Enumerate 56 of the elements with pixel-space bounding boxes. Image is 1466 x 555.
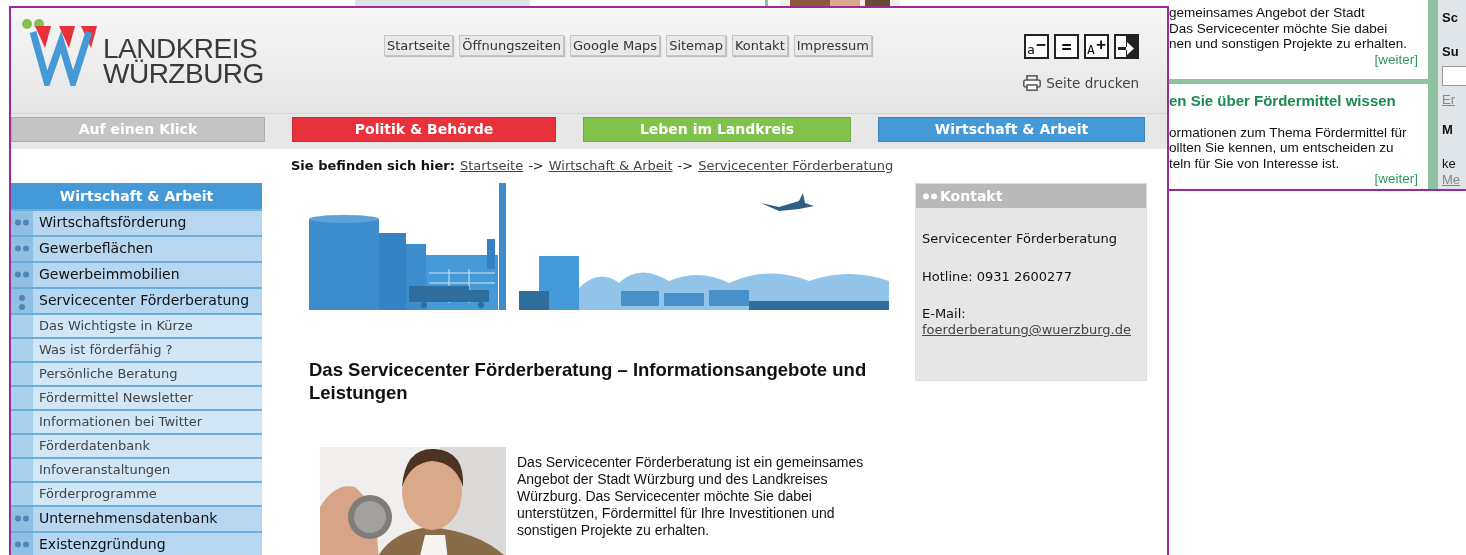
text: ke	[1442, 156, 1457, 172]
sidebar-subitem[interactable]: Das Wichtigste in Kürze	[11, 315, 262, 337]
logo-text[interactable]: WÜRZBURG	[103, 61, 264, 86]
sidebar-subitem[interactable]: Fördermittel Newsletter	[11, 387, 262, 409]
printer-icon[interactable]	[1023, 75, 1042, 92]
intro-paragraph: Das Servicecenter Förderberatung ist ein gemeinsames Angebot der Stadt Würzburg und des Landkreises Würzburg. Das Servicecenter möchte Sie dabei unterstützen, Fördermittel für Ihre Investitionen und sonstigen Projekte zu erhalten.	[517, 454, 865, 540]
category-tab[interactable]: Politik & Behörde	[292, 117, 556, 142]
text-line: nen und sonstigen Projekte zu erhalten.	[1169, 36, 1408, 52]
font-reset-button[interactable]: =	[1054, 34, 1079, 59]
contact-text: Hotline: 0931 2600277	[921, 269, 1073, 285]
contrast-button[interactable]	[1114, 34, 1139, 59]
text-line: ormationen zum Thema Fördermittel für	[1169, 124, 1408, 140]
breadcrumb-separator: ->	[528, 157, 544, 176]
text-line: teln für Sie von Interesse ist.	[1169, 155, 1341, 171]
contact-label: E-Mail:	[921, 306, 967, 322]
breadcrumb-label: Sie befinden sich hier:	[291, 157, 455, 176]
sidebar-item[interactable]: Existenzgründung	[33, 533, 262, 555]
sidebar-title: Wirtschaft & Arbeit	[11, 183, 262, 209]
sidebar-subitem[interactable]: Infoveranstaltungen	[11, 459, 262, 481]
breadcrumb-link[interactable]: Wirtschaft & Arbeit	[548, 156, 673, 176]
text-line: Das Servicecenter möchte Sie dabei	[1169, 20, 1389, 36]
nav-link-button[interactable]: Impressum	[793, 35, 872, 56]
more-link[interactable]: [weiter]	[1169, 51, 1418, 67]
more-link[interactable]: [weiter]	[1169, 171, 1418, 187]
sidebar-subitem[interactable]: Was ist förderfähig ?	[11, 339, 262, 361]
page-heading: Das Servicecenter Förderberatung – Informationsangebote und Leistungen	[309, 358, 868, 404]
text-line: gemeinsames Angebot der Stadt	[1169, 5, 1366, 21]
breadcrumb-link[interactable]: Servicecenter Förderberatung	[698, 156, 894, 176]
sidebar-item[interactable]: Unternehmensdatenbank	[33, 507, 262, 531]
contact-text: Servicecenter Förderberatung	[921, 231, 1119, 247]
sidebar-item[interactable]: Wirtschaftsförderung	[33, 211, 262, 235]
nav-link-button[interactable]: Kontakt	[732, 35, 788, 56]
sidebar-item[interactable]: Gewerbeflächen	[33, 237, 262, 261]
email-link[interactable]: foerderberatung@wuerzburg.de	[916, 322, 1146, 338]
sidebar-item[interactable]: Servicecenter Förderberatung	[33, 289, 262, 313]
teaser-title: en Sie über Fördermittel wissen	[1169, 93, 1397, 109]
nav-link-button[interactable]: Öffnungszeiten	[459, 35, 564, 56]
text-line: ollten Sie kennen, um entscheiden zu	[1169, 140, 1395, 156]
sidebar-subitem[interactable]: Persönliche Beratung	[11, 363, 262, 385]
breadcrumb-link[interactable]: Startseite	[459, 156, 524, 176]
sidebar-subitem[interactable]: Förderprogramme	[11, 483, 262, 505]
nav-link-button[interactable]: Google Maps	[569, 35, 661, 56]
nav-link-button[interactable]: Sitemap	[666, 35, 726, 56]
sidebar-item[interactable]: Gewerbeimmobilien	[33, 263, 262, 287]
arrow-icon	[1118, 42, 1135, 55]
section-heading: M	[1442, 122, 1454, 138]
input-field[interactable]	[1442, 66, 1466, 86]
sidebar-subitem[interactable]: Informationen bei Twitter	[11, 411, 262, 433]
section-heading: Su	[1442, 44, 1460, 60]
nav-link-button[interactable]: Startseite	[384, 35, 454, 56]
sidebar-subitem[interactable]: Förderdatenbank	[11, 435, 262, 457]
print-link[interactable]: Seite drucken	[1046, 73, 1139, 94]
breadcrumb-separator: ->	[677, 157, 694, 176]
bullet-icon	[922, 192, 938, 200]
contact-title: Kontakt	[940, 186, 1003, 206]
section-heading: Sc	[1442, 10, 1459, 26]
